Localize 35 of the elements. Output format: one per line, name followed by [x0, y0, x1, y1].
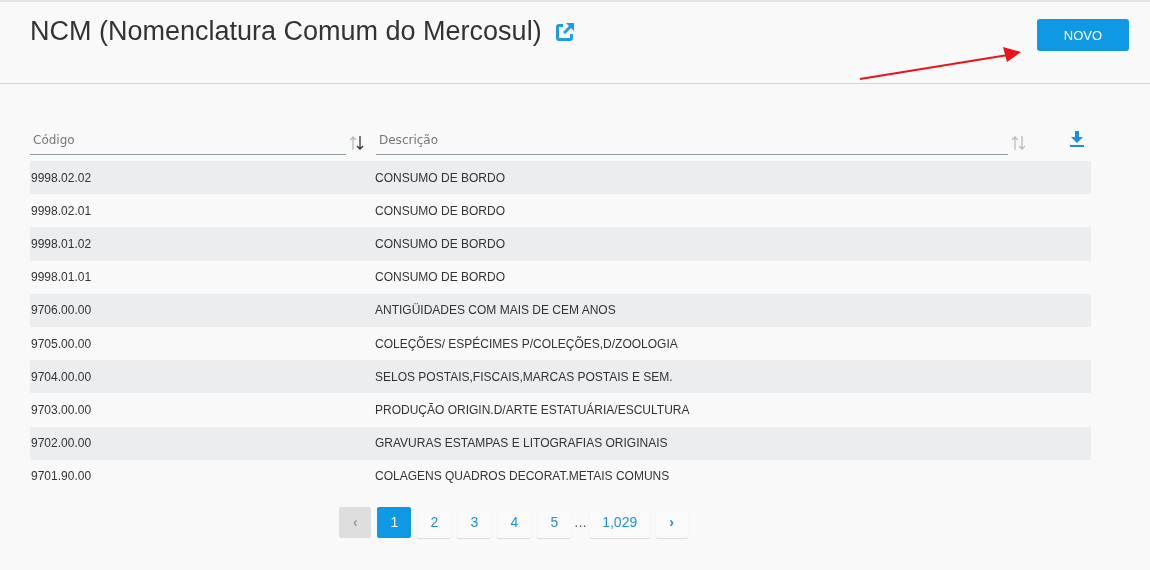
page-button[interactable]: 4 [497, 506, 532, 538]
table-cell-text: CONSUMO DE BORDO [375, 203, 506, 218]
page-button[interactable]: 1,029 [589, 506, 650, 538]
table-cell-text: 9998.02.02 [30, 170, 93, 185]
table-cell-text: 9702.00.00 [30, 436, 93, 451]
table-cell-text: CONSUMO DE BORDO [375, 236, 506, 251]
page-title: NCM (Nomenclatura Comum do Mercosul) [30, 16, 542, 47]
table-cell-text: PRODUÇÃO ORIGIN.D/ARTE ESTATUÁRIA/ESCULTURA [375, 402, 691, 417]
table-cell-text: 9705.00.00 [30, 336, 93, 351]
external-link-icon[interactable] [553, 20, 576, 43]
table-cell-text: ANTIGÜIDADES COM MAIS DE CEM ANOS [375, 303, 617, 318]
sort-icon[interactable] [348, 135, 366, 151]
download-icon[interactable] [1070, 131, 1084, 147]
table-cell-text: 9706.00.00 [30, 303, 93, 318]
table-cell-text: GRAVURAS ESTAMPAS E LITOGRAFIAS ORIGINAIS [375, 436, 669, 451]
ellipsis: ... [574, 514, 587, 530]
next-page-button[interactable]: › [655, 506, 688, 538]
table-cell-text: 9704.00.00 [30, 369, 93, 384]
column-header: Código [30, 133, 346, 155]
table-cell-text: 9998.01.02 [30, 236, 93, 251]
page-button[interactable]: 2 [417, 506, 452, 538]
page-button[interactable]: 1 [377, 506, 412, 538]
page-button[interactable]: 5 [537, 506, 572, 538]
table-cell-text: CONSUMO DE BORDO [375, 270, 506, 285]
table-cell-text: CONSUMO DE BORDO [375, 170, 506, 185]
table-cell-text: COLEÇÕES/ ESPÉCIMES P/COLEÇÕES,D/ZOOLOGIA [375, 336, 679, 351]
column-header: Descrição [376, 133, 1008, 155]
new-button[interactable]: NOVO [1037, 19, 1129, 51]
page-button[interactable]: 3 [457, 506, 492, 538]
table-cell-text: COLAGENS QUADROS DECORAT.METAIS COMUNS [375, 469, 671, 484]
table-cell-text: 9998.02.01 [30, 203, 93, 218]
table-cell-text: 9703.00.00 [30, 402, 93, 417]
table-cell-text: SELOS POSTAIS,FISCAIS,MARCAS POSTAIS E SEM. [375, 369, 674, 384]
table-cell-text: 9701.90.00 [30, 469, 93, 484]
table-cell-text: 9998.01.01 [30, 270, 93, 285]
